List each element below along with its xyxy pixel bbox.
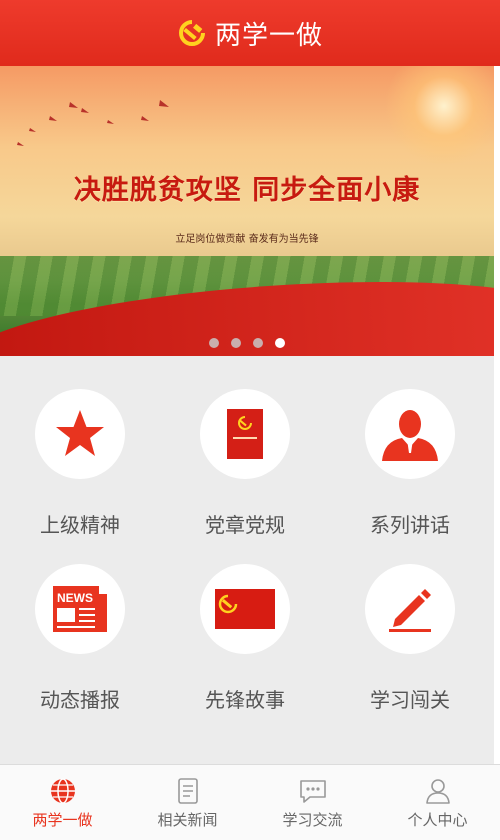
doves-icon: [17, 100, 169, 146]
grid-item-label: 党章党规: [205, 513, 285, 537]
carousel-dot[interactable]: [253, 338, 263, 348]
grid-item-circle: [200, 389, 290, 479]
grid-item-speeches[interactable]: 系列讲话: [330, 389, 490, 564]
tab-label: 个人中心: [407, 811, 468, 829]
banner-slogan: 决胜脱贫攻坚 同步全面小康: [73, 175, 421, 206]
globe-icon: [50, 778, 75, 804]
carousel-dot[interactable]: [231, 338, 241, 348]
grid-item-label: 学习闯关: [370, 688, 450, 712]
carousel-dots: [0, 338, 494, 348]
person-icon: [382, 410, 438, 461]
user-icon: [425, 779, 450, 804]
tab-label: 学习交流: [282, 811, 343, 829]
tab-label: 相关新闻: [157, 811, 218, 829]
grid-item-pioneer-stories[interactable]: 先锋故事: [165, 564, 325, 739]
grid-item-study-challenge[interactable]: 学习闯关: [330, 564, 490, 739]
grid-item-circle: [365, 564, 455, 654]
app-header: 两学一做: [0, 0, 500, 66]
carousel-dot-active[interactable]: [275, 338, 285, 348]
bottom-tab-bar: 两学一做 相关新闻 学习交流 个人中心: [0, 764, 500, 840]
grid-item-label: 动态播报: [40, 688, 120, 712]
right-edge-strip: [494, 66, 500, 766]
document-icon: [177, 778, 198, 804]
party-book-icon: [227, 409, 263, 459]
svg-text:NEWS: NEWS: [57, 591, 93, 605]
banner-sun-glow: [384, 66, 494, 166]
pencil-icon: [389, 589, 431, 632]
grid-item-label: 上级精神: [40, 513, 120, 537]
feature-grid: 上级精神 党章党规 系列讲话 NEWS 动态播报 先锋故事 学习闯关: [0, 356, 494, 764]
grid-item-circle: [200, 564, 290, 654]
party-flag-icon: [215, 589, 275, 629]
carousel-dot[interactable]: [209, 338, 219, 348]
banner-carousel[interactable]: 决胜脱贫攻坚 同步全面小康 立足岗位做贡献 奋发有为当先锋: [0, 66, 494, 356]
tab-personal-center[interactable]: 个人中心: [375, 765, 500, 840]
news-icon: NEWS: [53, 586, 107, 632]
grid-item-circle: [365, 389, 455, 479]
grid-item-label: 系列讲话: [370, 513, 450, 537]
tab-related-news[interactable]: 相关新闻: [125, 765, 250, 840]
tab-two-studies[interactable]: 两学一做: [0, 765, 125, 840]
tab-study-exchange[interactable]: 学习交流: [250, 765, 375, 840]
banner-subslogan: 立足岗位做贡献 奋发有为当先锋: [175, 234, 319, 245]
grid-item-circle: NEWS: [35, 564, 125, 654]
grid-item-circle: [35, 389, 125, 479]
star-icon: [56, 410, 104, 456]
hammer-sickle-logo-icon: [179, 20, 205, 46]
grid-item-higher-spirit[interactable]: 上级精神: [0, 389, 160, 564]
grid-item-party-rules[interactable]: 党章党规: [165, 389, 325, 564]
chat-icon: [299, 780, 326, 803]
tab-label: 两学一做: [32, 811, 93, 829]
grid-item-label: 先锋故事: [205, 688, 285, 712]
page-title: 两学一做: [214, 20, 323, 51]
grid-item-news-updates[interactable]: NEWS 动态播报: [0, 564, 160, 739]
